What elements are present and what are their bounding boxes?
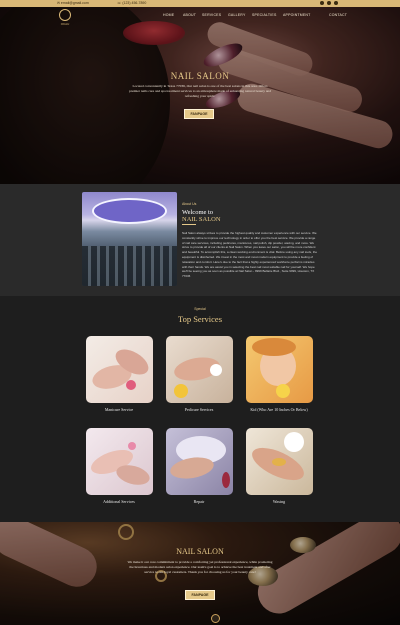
promo-description: We make it our core commitment to provid… <box>127 560 273 574</box>
pedicure-service-image[interactable] <box>166 336 233 403</box>
phone-link[interactable]: ☏ (123) 456-7890 <box>117 0 146 7</box>
nav-specialties[interactable]: SPECIALTIES <box>252 13 277 17</box>
promo-title: NAIL SALON <box>176 547 224 556</box>
nav-home[interactable]: HOME <box>163 13 174 17</box>
services-title: Top Services <box>177 314 223 324</box>
divider <box>182 224 196 225</box>
nav-about[interactable]: ABOUT <box>183 13 196 17</box>
service-label-kids[interactable]: Kid (Who Are 10 Inches Or Below) <box>239 407 319 412</box>
promo-fanpage-button[interactable]: FANPAGE <box>185 590 215 600</box>
kids-service-image[interactable] <box>246 336 313 403</box>
nav-services[interactable]: SERVICES <box>202 13 221 17</box>
scroll-top-icon[interactable] <box>211 614 220 623</box>
brand-logo[interactable]: OKAU <box>55 9 75 29</box>
nav-contact[interactable]: CONTACT <box>329 13 347 17</box>
about-eyebrow: About Us <box>182 202 197 206</box>
about-heading-line1: Welcome to <box>182 209 214 216</box>
service-label-pedicure[interactable]: Pedicure Services <box>159 407 239 412</box>
service-label-waxing[interactable]: Waxing <box>239 499 319 504</box>
about-heading-line2: NAIL SALON <box>182 216 221 223</box>
waxing-service-image[interactable] <box>246 428 313 495</box>
about-description: Nail Salon always strives to provide the… <box>182 231 318 279</box>
nav-gallery[interactable]: GALLERY <box>228 13 245 17</box>
instagram-icon[interactable] <box>334 1 338 5</box>
email-link[interactable]: ✉ email@gmail.com <box>57 0 89 7</box>
salon-interior-photo <box>82 192 177 286</box>
twitter-icon[interactable] <box>327 1 331 5</box>
additional-services-image[interactable] <box>86 428 153 495</box>
top-contact-bar: ✉ email@gmail.com ☏ (123) 456-7890 <box>0 0 400 7</box>
nav-appointment[interactable]: APPOINTMENT <box>283 13 310 17</box>
service-label-additional[interactable]: Additional Services <box>79 499 159 504</box>
facebook-icon[interactable] <box>320 1 324 5</box>
service-label-repair[interactable]: Repair <box>159 499 239 504</box>
repair-service-image[interactable] <box>166 428 233 495</box>
manicure-service-image[interactable] <box>86 336 153 403</box>
service-label-manicure[interactable]: Manicure Service <box>79 407 159 412</box>
hero-title: NAIL SALON <box>170 71 230 81</box>
hero-description: Located conveniently in Texas 77036, Our… <box>129 84 271 98</box>
services-eyebrow: Special <box>194 307 206 311</box>
logo-emblem-icon <box>59 9 71 21</box>
hero-fanpage-button[interactable]: FANPAGE <box>184 109 214 119</box>
